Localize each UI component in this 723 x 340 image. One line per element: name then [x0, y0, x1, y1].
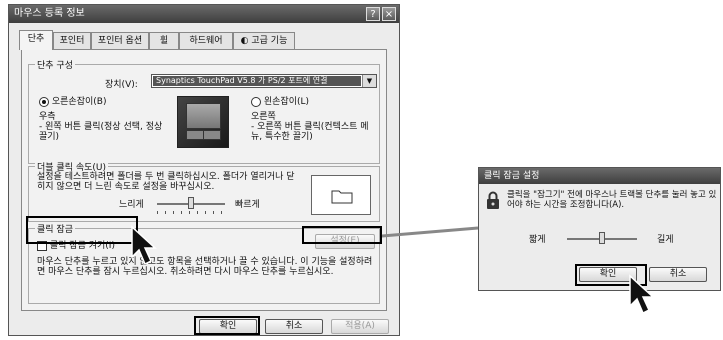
title-bar[interactable]: 마우스 등록 정보 ? × — [9, 5, 399, 23]
dialog-title: 마우스 등록 정보 — [14, 8, 85, 19]
secondary-desc-text: - 오른쪽 버튼 클릭(컨텍스트 메뉴, 특수한 끌기) — [251, 122, 369, 142]
double-click-group: 더블 클릭 속도(U) 설정을 테스트하려면 폴더를 두 번 클릭하십시오. 폴… — [28, 160, 380, 222]
lock-duration-slider-thumb[interactable] — [599, 232, 605, 244]
click-lock-description: 마우스 단추를 누르고 있지 않고도 항목을 선택하거나 끌 수 있습니다. 이… — [37, 257, 373, 277]
tab-hardware[interactable]: 하드웨어 — [179, 32, 233, 49]
advanced-icon: ◐ — [240, 36, 249, 46]
lock-dialog-title-bar[interactable]: 클릭 잠금 설정 — [479, 168, 720, 184]
right-handed-radio[interactable]: 오른손잡이(B) — [39, 94, 106, 107]
tab-panel: 단추 구성 장치(V): Synaptics TouchPad V5.8 가 P… — [21, 49, 387, 311]
device-select[interactable]: Synaptics TouchPad V5.8 가 PS/2 포트에 연결 ▼ — [151, 74, 377, 88]
close-button[interactable]: × — [382, 7, 396, 21]
folder-icon — [331, 190, 353, 204]
fast-label: 빠르게 — [235, 200, 260, 210]
click-lock-highlight — [26, 216, 138, 244]
tab-advanced[interactable]: ◐ 고급 기능 — [233, 32, 295, 49]
double-click-slider-thumb[interactable] — [188, 197, 194, 209]
touchpad-image — [177, 96, 229, 148]
primary-button-description: 우측 - 왼쪽 버튼 클릭(정상 선택, 정상 끌기) — [39, 112, 169, 142]
ok-button-highlight — [194, 316, 260, 335]
device-select-value: Synaptics TouchPad V5.8 가 PS/2 포트에 연결 — [153, 76, 361, 86]
button-config-group: 단추 구성 장치(V): Synaptics TouchPad V5.8 가 P… — [28, 58, 380, 164]
mouse-properties-dialog: 마우스 등록 정보 ? × 단추 포인터 포인터 옵션 휠 하드웨어 ◐ 고급 … — [8, 4, 400, 336]
primary-desc-title: 우측 — [39, 112, 56, 122]
apply-button[interactable]: 적용(A) — [331, 319, 389, 334]
double-click-description: 설정을 테스트하려면 폴더를 두 번 클릭하십시오. 폴더가 열리거나 닫히지 … — [37, 172, 295, 192]
lock-dialog-title: 클릭 잠금 설정 — [484, 171, 540, 181]
tab-wheel[interactable]: 휠 — [149, 32, 179, 49]
long-label: 길게 — [657, 235, 674, 245]
right-handed-radio-dot — [39, 96, 49, 107]
test-folder[interactable] — [311, 175, 371, 215]
slow-label: 느리게 — [119, 200, 144, 210]
mouse-pointer-icon-2 — [629, 274, 655, 315]
help-button[interactable]: ? — [366, 7, 380, 21]
left-handed-label: 왼손잡이(L) — [263, 97, 310, 107]
cancel-button[interactable]: 취소 — [265, 319, 323, 334]
tab-advanced-label: 고급 기능 — [251, 36, 288, 46]
tab-pointer-options[interactable]: 포인터 옵션 — [91, 32, 149, 49]
callout-connector — [381, 226, 479, 238]
device-label: 장치(V): — [105, 80, 138, 90]
button-config-title: 단추 구성 — [35, 58, 75, 71]
secondary-button-description: 오른쪽 - 오른쪽 버튼 클릭(컨텍스트 메뉴, 특수한 끌기) — [251, 112, 375, 142]
secondary-desc-title: 오른쪽 — [251, 112, 276, 122]
chevron-down-icon[interactable]: ▼ — [362, 75, 376, 87]
left-handed-radio-dot — [251, 96, 261, 107]
settings-button-highlight — [302, 226, 382, 244]
right-handed-label: 오른손잡이(B) — [51, 97, 107, 107]
lock-icon — [487, 191, 499, 209]
tab-pointers[interactable]: 포인터 — [53, 32, 91, 49]
primary-desc-text: - 왼쪽 버튼 클릭(정상 선택, 정상 끌기) — [39, 122, 163, 142]
mouse-pointer-icon — [131, 225, 157, 266]
lock-dialog-description: 클릭을 "잠그기" 전에 마우스나 트랙볼 단추를 눌러 놓고 있어야 하는 시… — [507, 190, 717, 210]
tab-buttons[interactable]: 단추 — [19, 30, 53, 50]
short-label: 짧게 — [529, 235, 546, 245]
left-handed-radio[interactable]: 왼손잡이(L) — [251, 94, 309, 107]
double-click-slider-ticks — [157, 211, 226, 214]
